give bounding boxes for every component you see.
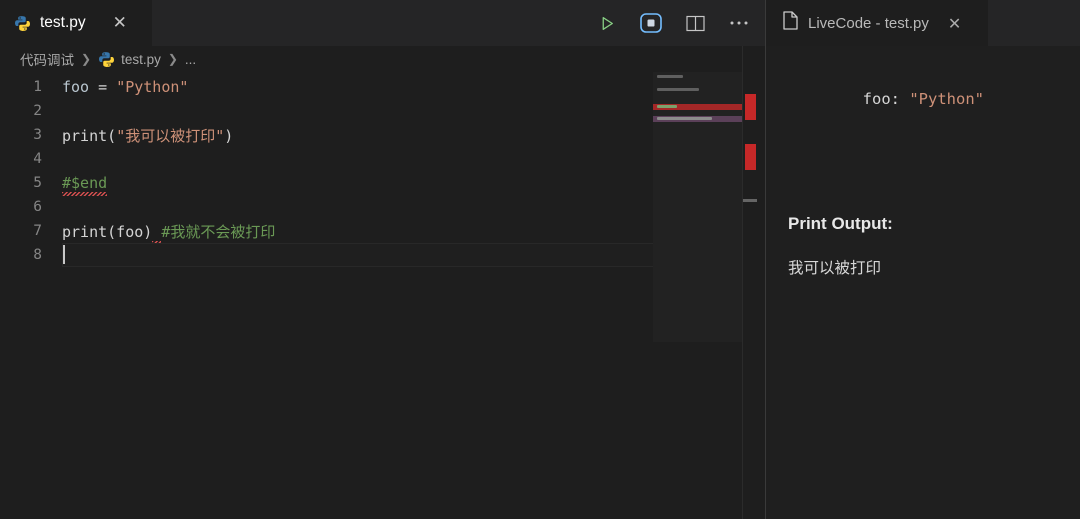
variable-name: foo: — [863, 90, 900, 108]
panel-tabbar: LiveCode - test.py ✕ — [766, 0, 1080, 46]
overview-ruler[interactable] — [743, 72, 757, 519]
panel-tabbar-empty-space — [988, 0, 1080, 46]
minimap-slider[interactable] — [653, 72, 743, 342]
variable-inspector-row: foo: "Python" — [788, 72, 1058, 126]
editor-group: test.py ✕ — [0, 0, 765, 519]
code-line[interactable]: 2 — [0, 99, 765, 123]
tab-label: test.py — [40, 14, 86, 32]
print-output-text: 我可以被打印 — [788, 256, 1058, 278]
print-output-heading: Print Output: — [788, 214, 1058, 234]
vscode-window: test.py ✕ — [0, 0, 1080, 519]
line-number: 3 — [0, 127, 62, 143]
close-icon[interactable]: ✕ — [948, 14, 961, 33]
line-text: #$end — [62, 174, 107, 192]
variable-value: "Python" — [909, 90, 984, 108]
tab-livecode[interactable]: LiveCode - test.py ✕ — [766, 0, 988, 46]
minimap[interactable] — [653, 72, 743, 519]
play-icon[interactable] — [595, 11, 619, 35]
python-icon — [98, 51, 115, 68]
code-editor[interactable]: 1foo = "Python"23print("我可以被打印")45#$end6… — [0, 72, 765, 519]
stop-square-icon[interactable] — [639, 11, 663, 35]
code-line[interactable]: 8 — [0, 243, 765, 267]
python-icon — [14, 15, 31, 32]
line-text: print("我可以被打印") — [62, 125, 233, 146]
code-line[interactable]: 6 — [0, 195, 765, 219]
breadcrumb-file[interactable]: test.py — [98, 51, 161, 68]
text-cursor — [63, 245, 65, 264]
line-number: 8 — [0, 247, 62, 263]
line-number: 6 — [0, 199, 62, 215]
code-lines: 1foo = "Python"23print("我可以被打印")45#$end6… — [0, 75, 765, 267]
ellipsis-icon[interactable] — [727, 11, 751, 35]
chevron-right-icon: ❯ — [81, 52, 91, 66]
code-line[interactable]: 5#$end — [0, 171, 765, 195]
chevron-right-icon: ❯ — [168, 52, 178, 66]
current-line-highlight — [62, 243, 655, 267]
breadcrumb-file-label: test.py — [121, 52, 161, 67]
breadcrumb: 代码调试 ❯ test.py ❯ ... — [0, 46, 765, 72]
code-line[interactable]: 1foo = "Python" — [0, 75, 765, 99]
line-number: 1 — [0, 79, 62, 95]
code-line[interactable]: 3print("我可以被打印") — [0, 123, 765, 147]
tab-test-py[interactable]: test.py ✕ — [0, 0, 152, 46]
breadcrumb-folder[interactable]: 代码调试 — [20, 49, 74, 69]
split-editor-icon[interactable] — [683, 11, 707, 35]
close-icon[interactable]: ✕ — [113, 15, 127, 32]
panel-tab-label: LiveCode - test.py — [808, 15, 929, 32]
code-line[interactable]: 4 — [0, 147, 765, 171]
line-number: 2 — [0, 103, 62, 119]
editor-tabbar: test.py ✕ — [0, 0, 765, 46]
line-number: 4 — [0, 151, 62, 167]
livecode-panel: LiveCode - test.py ✕ foo: "Python" Print… — [765, 0, 1080, 519]
file-icon — [782, 11, 799, 35]
panel-body: foo: "Python" Print Output: 我可以被打印 — [766, 46, 1080, 278]
minimap-divider — [742, 46, 743, 519]
line-number: 5 — [0, 175, 62, 191]
line-text: print(foo) #我就不会被打印 — [62, 221, 275, 242]
code-line[interactable]: 7print(foo) #我就不会被打印 — [0, 219, 765, 243]
editor-actions — [595, 0, 751, 46]
line-number: 7 — [0, 223, 62, 239]
line-text: foo = "Python" — [62, 78, 188, 96]
breadcrumb-more[interactable]: ... — [185, 52, 196, 67]
